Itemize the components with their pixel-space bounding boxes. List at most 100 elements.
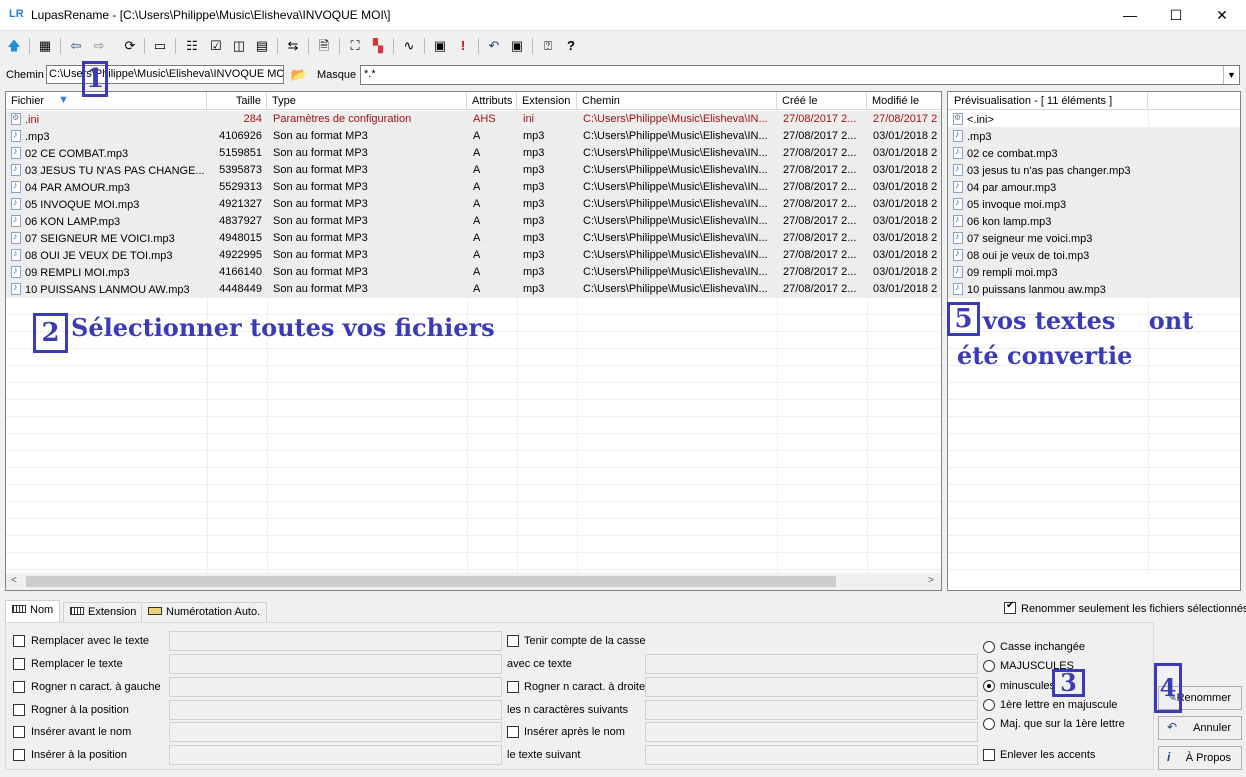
- file-row[interactable]: 02 CE COMBAT.mp3 5159851 Son au format MP3…: [6, 145, 941, 162]
- insert-at-input[interactable]: [169, 745, 502, 765]
- horizontal-scrollbar[interactable]: < >: [6, 573, 941, 590]
- only-selected-checkbox[interactable]: [1004, 600, 1016, 614]
- preview-header[interactable]: Prévisualisation - [ 11 éléments ]: [948, 92, 1148, 110]
- col-header-created[interactable]: Créé le: [777, 92, 867, 110]
- with-text-input[interactable]: [645, 654, 978, 674]
- first-only-radio[interactable]: [983, 718, 995, 730]
- lowercase-radio[interactable]: [983, 680, 995, 692]
- cell-created: 27/08/2017 2...: [783, 113, 857, 125]
- exclamation-icon[interactable]: !: [453, 36, 473, 56]
- tab-auto-numbering[interactable]: Numérotation Auto.: [141, 602, 268, 622]
- insert-at-checkbox[interactable]: [13, 749, 25, 761]
- scroll-left-icon[interactable]: <: [11, 575, 17, 586]
- col-header-size[interactable]: Taille: [207, 92, 267, 110]
- empty-row: [6, 451, 941, 468]
- columns-icon[interactable]: ◫: [229, 36, 249, 56]
- col-header-ext[interactable]: Extension: [517, 92, 577, 110]
- trim-position-input[interactable]: [169, 700, 502, 720]
- image-icon[interactable]: ⛶: [345, 36, 365, 56]
- chart-icon[interactable]: ∿: [399, 36, 419, 56]
- case-unchanged-radio[interactable]: [983, 641, 995, 653]
- empty-row: [6, 366, 941, 383]
- refresh-icon[interactable]: ⟳: [120, 36, 140, 56]
- trim-left-checkbox[interactable]: [13, 681, 25, 693]
- tab-name[interactable]: Nom: [5, 600, 61, 623]
- back-icon[interactable]: ⇦: [66, 36, 86, 56]
- open-folder-icon[interactable]: 📂: [290, 66, 308, 84]
- case-unchanged-label: Casse inchangée: [1000, 641, 1086, 653]
- following-text-label: le texte suivant: [507, 749, 581, 761]
- cell-modified: 03/01/2018 2: [873, 164, 938, 176]
- forward-icon[interactable]: ⇨: [89, 36, 109, 56]
- file-row[interactable]: 09 REMPLI MOI.mp3 4166140 Son au format MP…: [6, 264, 941, 281]
- col-header-modified[interactable]: Modifié le: [867, 92, 941, 110]
- details-icon[interactable]: ▤: [252, 36, 272, 56]
- insert-after-checkbox[interactable]: [507, 726, 519, 738]
- replace-with-input[interactable]: [169, 631, 502, 651]
- file-row[interactable]: 06 KON LAMP.mp3 4837927 Son au format MP3 A…: [6, 213, 941, 230]
- file-row[interactable]: 10 PUISSANS LANMOU AW.mp3 4448449 Son au f…: [6, 281, 941, 298]
- col-header-path[interactable]: Chemin: [577, 92, 777, 110]
- tab-extension[interactable]: Extension: [63, 602, 144, 622]
- cell-name: 02 CE COMBAT.mp3: [11, 147, 207, 160]
- replace-with-checkbox[interactable]: [13, 635, 25, 647]
- filter-icon[interactable]: ▦: [35, 36, 55, 56]
- trim-position-checkbox[interactable]: [13, 704, 25, 716]
- replace-text-input[interactable]: [169, 654, 502, 674]
- tree-icon[interactable]: ☷: [182, 36, 202, 56]
- help-icon[interactable]: ?: [561, 36, 581, 56]
- empty-row: [948, 485, 1240, 502]
- cell-ext: mp3: [523, 283, 545, 295]
- audio-file-icon: [953, 283, 963, 295]
- file-row[interactable]: .mp3 4106926 Son au format MP3 Amp3 C:\Users…: [6, 128, 941, 145]
- move-icon[interactable]: ⇆: [283, 36, 303, 56]
- mask-value: *.*: [364, 68, 376, 80]
- scrollbar-thumb[interactable]: [26, 576, 836, 587]
- document-icon[interactable]: 🗎: [314, 36, 334, 56]
- chevron-down-icon[interactable]: ▼: [1223, 66, 1239, 84]
- cmd2-icon[interactable]: ▣: [507, 36, 527, 56]
- cell-name: 07 SEIGNEUR ME VOICI.mp3: [11, 232, 207, 245]
- cmd-icon[interactable]: ▣: [430, 36, 450, 56]
- drive-icon[interactable]: ▭: [150, 36, 170, 56]
- replace-text-checkbox[interactable]: [13, 658, 25, 670]
- cancel-button[interactable]: ↶ Annuler: [1158, 716, 1242, 740]
- audio-file-icon: [11, 130, 21, 142]
- case-sensitive-checkbox[interactable]: [507, 635, 519, 647]
- close-button[interactable]: ✕: [1199, 0, 1245, 30]
- minimize-button[interactable]: —: [1107, 0, 1153, 30]
- file-row[interactable]: 08 OUI JE VEUX DE TOI.mp3 4922995 Son au f…: [6, 247, 941, 264]
- undo-icon[interactable]: ↶: [484, 36, 504, 56]
- up-arrow-icon[interactable]: 🡅: [4, 36, 24, 56]
- empty-row: [6, 485, 941, 502]
- mask-select[interactable]: *.* ▼: [360, 65, 1240, 85]
- trim-right-checkbox[interactable]: [507, 681, 519, 693]
- cell-ext: mp3: [523, 249, 545, 261]
- col-header-attr[interactable]: Attributs: [467, 92, 517, 110]
- cell-type: Son au format MP3: [273, 181, 368, 193]
- col-header-type[interactable]: Type: [267, 92, 467, 110]
- file-row[interactable]: .ini 284 Paramètres de configuration AHS ini…: [6, 111, 941, 128]
- trim-left-input[interactable]: [169, 677, 502, 697]
- following-text-input[interactable]: [645, 745, 978, 765]
- preview-item: 07 seigneur me voici.mp3: [948, 230, 1240, 247]
- checklist-icon[interactable]: ☑: [206, 36, 226, 56]
- insert-after-input[interactable]: [645, 722, 978, 742]
- insert-before-input[interactable]: [169, 722, 502, 742]
- help-doc-icon[interactable]: ⍰: [538, 36, 558, 56]
- color-icon[interactable]: ▚: [368, 36, 388, 56]
- empty-row: [6, 519, 941, 536]
- n-next-input[interactable]: [645, 700, 978, 720]
- file-row[interactable]: 05 INVOQUE MOI.mp3 4921327 Son au format M…: [6, 196, 941, 213]
- first-upper-radio[interactable]: [983, 699, 995, 711]
- insert-before-checkbox[interactable]: [13, 726, 25, 738]
- file-row[interactable]: 04 PAR AMOUR.mp3 5529313 Son au format MP3…: [6, 179, 941, 196]
- about-button[interactable]: iÀ Propos: [1158, 746, 1242, 770]
- uppercase-radio[interactable]: [983, 660, 995, 672]
- trim-right-input[interactable]: [645, 677, 978, 697]
- scroll-right-icon[interactable]: >: [928, 575, 934, 586]
- file-row[interactable]: 07 SEIGNEUR ME VOICI.mp3 4948015 Son au fo…: [6, 230, 941, 247]
- maximize-button[interactable]: ☐: [1153, 0, 1199, 30]
- file-row[interactable]: 03 JESUS TU N'AS PAS CHANGE... 5395873 Son…: [6, 162, 941, 179]
- remove-accents-checkbox[interactable]: [983, 749, 995, 761]
